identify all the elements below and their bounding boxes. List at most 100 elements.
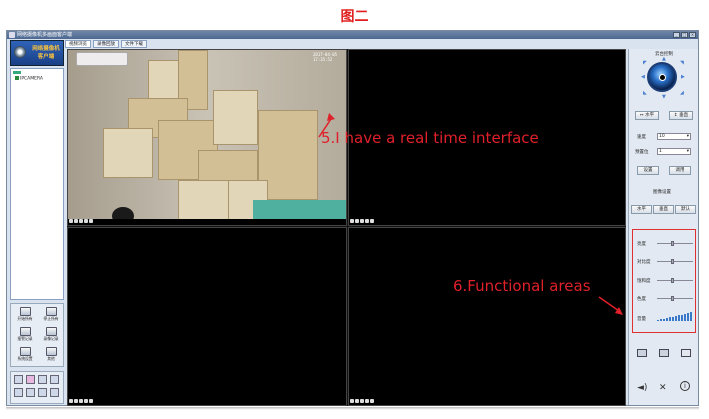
title-bar: 网络摄像机多画面客户端 _ □ × <box>7 31 698 39</box>
other-label: 其他 <box>47 356 55 361</box>
camera-node-icon <box>15 76 19 80</box>
brightness-slider-thumb[interactable] <box>671 241 674 246</box>
settings-button[interactable]: 系统设置 <box>14 346 36 364</box>
mirror-vertical-label: 垂直 <box>659 207 668 212</box>
other-icon <box>45 347 57 356</box>
start-all-label: 开始所有 <box>17 316 33 321</box>
speed-label: 速度 <box>637 135 646 140</box>
hue-slider[interactable] <box>657 296 693 301</box>
saturation-label: 饱和度 <box>637 279 651 284</box>
contrast-slider-thumb[interactable] <box>671 259 674 264</box>
settings-label: 系统设置 <box>17 356 33 361</box>
mute-icon[interactable]: ✕ <box>659 383 667 393</box>
vertical-cruise-button[interactable]: ↕ 垂直 <box>669 111 693 120</box>
split-layout-grid <box>10 371 64 404</box>
hue-slider-thumb[interactable] <box>671 296 674 301</box>
horizontal-cruise-button[interactable]: ↔ 水平 <box>635 111 659 120</box>
maximize-button[interactable]: □ <box>681 32 688 38</box>
alarm-log-button[interactable]: 报警记录 <box>14 326 36 344</box>
brightness-label: 亮度 <box>637 242 646 247</box>
arrow-up-right-icon[interactable]: ◥ <box>680 61 684 66</box>
contrast-slider[interactable] <box>657 259 693 264</box>
record-log-icon <box>45 327 57 336</box>
annotation-functional-areas: 6.Functional areas <box>453 277 591 295</box>
alarm-log-icon <box>19 327 31 336</box>
image-settings-title: 图像设置 <box>653 190 671 195</box>
preset-set-label: 设置 <box>643 168 653 173</box>
tree-root-icon[interactable] <box>13 71 21 74</box>
preset-select[interactable]: 1 <box>657 148 691 155</box>
tab-live-view[interactable]: 视频浏览 <box>65 40 91 48</box>
folder-icon[interactable] <box>681 349 691 357</box>
stop-all-button[interactable]: 停止所有 <box>40 306 62 324</box>
volume-meter[interactable] <box>657 312 695 321</box>
saturation-slider[interactable] <box>657 278 693 283</box>
close-button[interactable]: × <box>689 32 696 38</box>
tab-playback[interactable]: 录像回放 <box>93 40 119 48</box>
preset-set-button[interactable]: 设置 <box>637 166 659 175</box>
joystick-center-icon[interactable] <box>659 74 666 81</box>
annotation-arrows <box>318 113 623 315</box>
brightness-slider[interactable] <box>657 241 693 246</box>
speed-select[interactable]: 10 <box>657 133 691 140</box>
split-4-icon[interactable] <box>26 375 35 384</box>
split-6-icon[interactable] <box>38 375 47 384</box>
preset-label: 预置位 <box>635 150 649 155</box>
split-16-icon[interactable] <box>38 388 47 397</box>
stop-all-label: 停止所有 <box>43 316 59 321</box>
preset-call-button[interactable]: 调用 <box>669 166 691 175</box>
figure-caption: 图二 <box>340 9 369 25</box>
client-window: 网络摄像机多画面客户端 _ □ × 视频浏览 录像回放 文件下载 网络摄像机 客… <box>6 30 699 406</box>
tab-download[interactable]: 文件下载 <box>121 40 147 48</box>
arrow-right-icon[interactable]: ▶ <box>681 75 685 80</box>
hue-label: 色度 <box>637 297 646 302</box>
window-controls: _ □ × <box>673 32 696 38</box>
mirror-vertical-button[interactable]: 垂直 <box>653 205 674 214</box>
camera-icon[interactable] <box>659 349 669 357</box>
arrow-down-left-icon[interactable]: ◣ <box>643 91 647 96</box>
left-panel: 网络摄像机 客户端 IPCAMERA 开始所有 停止所有 报警记录 录像记录 系… <box>10 40 64 404</box>
camera-eye-icon <box>14 46 26 58</box>
video-area: 2017-04-05 17:35:52 5.I have a real time… <box>67 49 626 406</box>
arrow-down-right-icon[interactable]: ◢ <box>680 91 684 96</box>
record-log-label: 录像记录 <box>43 336 59 341</box>
split-1-icon[interactable] <box>14 375 23 384</box>
mirror-horizontal-label: 水平 <box>637 207 646 212</box>
saturation-slider-thumb[interactable] <box>671 278 674 283</box>
speaker-icon[interactable]: ◄) <box>637 383 647 393</box>
arrow-left-icon[interactable]: ◀ <box>641 75 645 80</box>
default-label: 默认 <box>681 207 690 212</box>
tree-node-camera[interactable]: IPCAMERA <box>15 76 43 82</box>
preset-call-label: 调用 <box>675 168 685 173</box>
logo-text: 网络摄像机 客户端 <box>28 45 64 61</box>
arrow-up-left-icon[interactable]: ◤ <box>643 61 647 66</box>
split-fullscreen-icon[interactable] <box>50 388 59 397</box>
record-log-button[interactable]: 录像记录 <box>40 326 62 344</box>
app-icon <box>9 32 15 38</box>
monitor-icon[interactable] <box>637 349 647 357</box>
horizontal-cruise-label: 水平 <box>645 113 655 118</box>
split-8-icon[interactable] <box>50 375 59 384</box>
window-title: 网络摄像机多画面客户端 <box>17 32 73 38</box>
volume-label: 音量 <box>637 317 646 322</box>
logo-line1: 网络摄像机 <box>32 46 60 52</box>
alarm-log-label: 报警记录 <box>17 336 33 341</box>
ptz-joystick[interactable] <box>647 62 677 92</box>
start-all-button[interactable]: 开始所有 <box>14 306 36 324</box>
minimize-button[interactable]: _ <box>673 32 680 38</box>
stop-all-icon <box>45 307 57 316</box>
arrow-down-icon[interactable]: ▼ <box>662 95 666 100</box>
mirror-horizontal-button[interactable]: 水平 <box>631 205 652 214</box>
contrast-label: 对比度 <box>637 260 651 265</box>
device-tree[interactable]: IPCAMERA <box>10 68 64 300</box>
control-button-grid: 开始所有 停止所有 报警记录 录像记录 系统设置 其他 <box>10 303 64 367</box>
main-tabs: 视频浏览 录像回放 文件下载 <box>65 40 147 48</box>
info-icon[interactable]: i <box>680 381 690 391</box>
start-all-icon <box>19 307 31 316</box>
annotation-live-interface: 5.I have a real time interface <box>321 129 539 147</box>
other-button[interactable]: 其他 <box>40 346 62 364</box>
split-13-icon[interactable] <box>26 388 35 397</box>
default-button[interactable]: 默认 <box>675 205 696 214</box>
tree-node-label: IPCAMERA <box>20 76 44 82</box>
split-9-icon[interactable] <box>14 388 23 397</box>
